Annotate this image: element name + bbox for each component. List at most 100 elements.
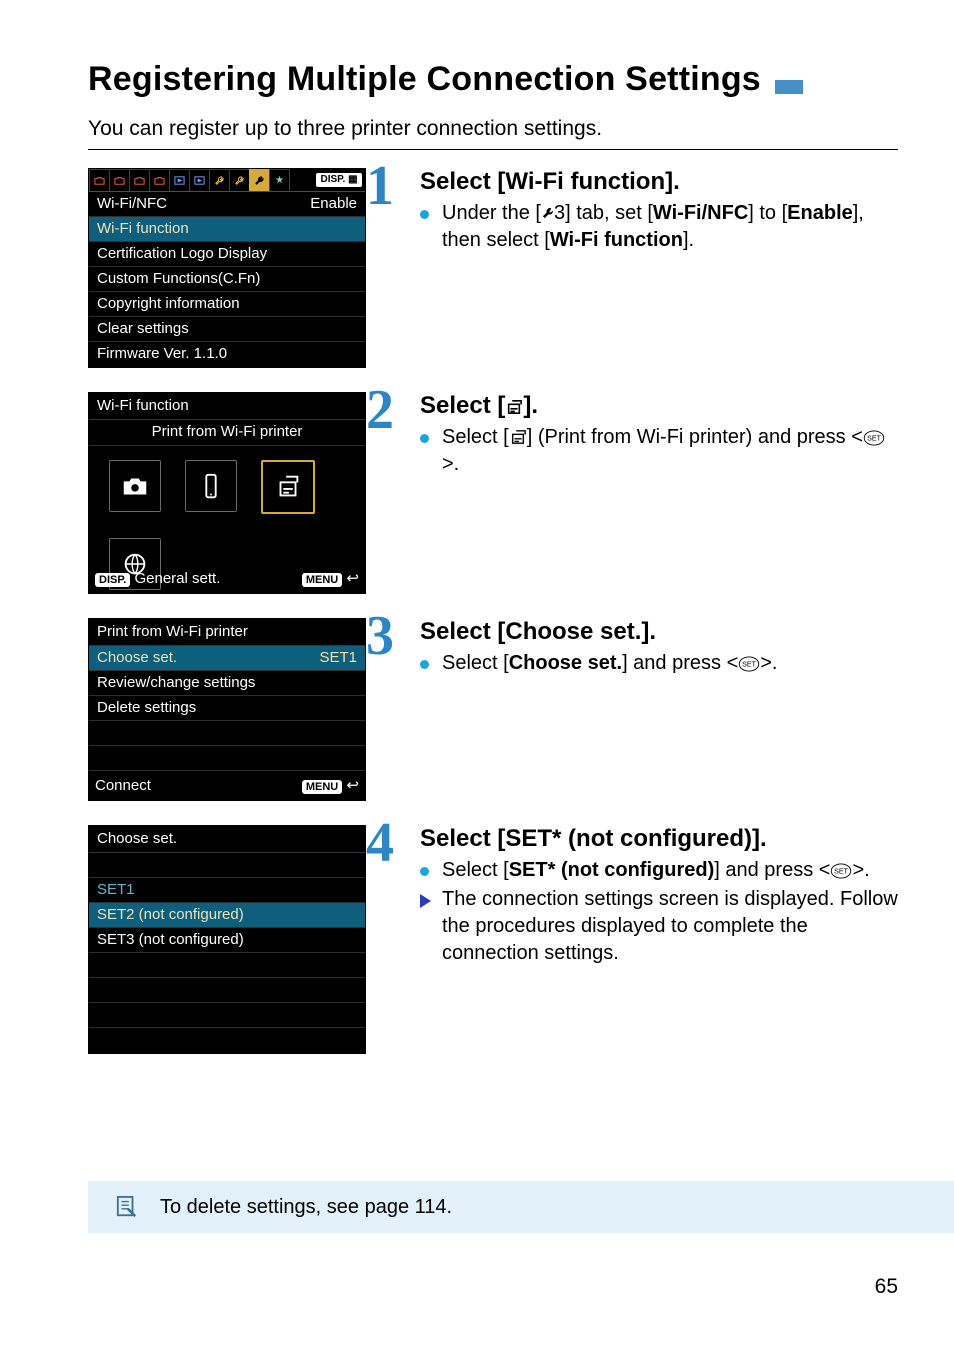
play-tab-icon — [169, 169, 190, 191]
blank-row — [89, 1028, 365, 1053]
label: Firmware Ver. 1.1.0 — [97, 344, 227, 364]
disp-tag: DISP. — [95, 573, 130, 587]
pane-subtitle: Print from Wi-Fi printer — [89, 420, 365, 446]
setup-tab-icon — [229, 169, 250, 191]
step-2-text: 2 Select []. Select [] (Print from Wi-Fi… — [394, 392, 898, 480]
note-icon — [116, 1195, 138, 1219]
blank-row — [89, 853, 365, 878]
step-1: ★ DISP. ▦ Wi-Fi/NFC Enable Wi-Fi functio… — [88, 168, 898, 368]
step-number-1: 1 — [366, 158, 394, 214]
manual-page: Registering Multiple Connection Settings… — [0, 0, 954, 1345]
menu-row: Copyright information — [89, 292, 365, 317]
step-bullet: Select [SET* (not configured)] and press… — [420, 857, 898, 884]
menu-row-wifi-nfc: Wi-Fi/NFC Enable — [89, 192, 365, 217]
disp-badge: DISP. ▦ — [316, 173, 362, 187]
set-icon: SET — [830, 863, 852, 879]
step-heading: Select [Choose set.]. — [420, 618, 898, 646]
mymenu-tab-icon: ★ — [269, 169, 290, 191]
step-heading: Select []. — [420, 392, 898, 420]
foot-text: General sett. — [134, 570, 220, 587]
blank-row — [89, 1003, 365, 1028]
set-icon: SET — [863, 430, 885, 446]
label: Certification Logo Display — [97, 244, 267, 264]
step-heading: Select [SET* (not configured)]. — [420, 825, 898, 853]
setup-tab-icon — [209, 169, 230, 191]
label: SET3 (not configured) — [97, 930, 244, 950]
page-number: 65 — [875, 1275, 898, 1299]
step-heading: Select [Wi-Fi function]. — [420, 168, 898, 196]
step-number-2: 2 — [366, 382, 394, 438]
pane-title: Print from Wi-Fi printer — [89, 619, 365, 646]
step-3: Print from Wi-Fi printer Choose set. SET… — [88, 618, 898, 801]
step-bullet: Select [] (Print from Wi-Fi printer) and… — [420, 424, 898, 478]
step-4-text: 4 Select [SET* (not configured)]. Select… — [394, 825, 898, 969]
label: SET2 (not configured) — [97, 905, 244, 925]
note-box: To delete settings, see page 114. — [88, 1181, 954, 1233]
blank-row — [89, 721, 365, 746]
pane-title: Wi-Fi function — [89, 393, 365, 420]
value: SET1 — [319, 648, 357, 668]
step-number-3: 3 — [366, 608, 394, 664]
svg-text:SET: SET — [742, 660, 756, 668]
wrench-icon — [541, 202, 554, 224]
menu-tag: MENU — [302, 780, 342, 794]
menu-tag: MENU — [302, 573, 342, 587]
play-tab-icon — [189, 169, 210, 191]
shoot-tab-icon — [109, 169, 130, 191]
step-bullet: Select [Choose set.] and press <SET>. — [420, 650, 898, 677]
menu-row-wifi-function: Wi-Fi function — [89, 217, 365, 242]
label: Custom Functions(C.Fn) — [97, 269, 260, 289]
menu-row: Clear settings — [89, 317, 365, 342]
label: Copyright information — [97, 294, 240, 314]
blank-row — [89, 953, 365, 978]
pane-title: Choose set. — [89, 826, 365, 853]
label: Review/change settings — [97, 673, 255, 693]
title-accent — [775, 80, 803, 94]
wifi-function-pane: Wi-Fi function Print from Wi-Fi printer … — [88, 392, 366, 594]
printer-icon — [509, 426, 527, 448]
menu-row: Firmware Ver. 1.1.0 — [89, 342, 365, 367]
label: Wi-Fi/NFC — [97, 194, 167, 214]
step-1-text: 1 Select [Wi-Fi function]. Under the [3]… — [394, 168, 898, 256]
camera-icon — [109, 460, 161, 512]
device-icon-grid — [89, 446, 365, 564]
shoot-tab-icon — [149, 169, 170, 191]
label: Wi-Fi function — [97, 219, 189, 239]
smartphone-icon — [185, 460, 237, 512]
shoot-tab-icon — [129, 169, 150, 191]
menu-row: Delete settings — [89, 696, 365, 721]
pane-foot: Connect MENU ↩ — [89, 771, 365, 800]
value: Enable — [310, 194, 357, 214]
label: SET1 — [97, 880, 135, 900]
intro-text: You can register up to three printer con… — [88, 117, 898, 141]
svg-text:SET: SET — [867, 434, 881, 442]
menu-row: Review/change settings — [89, 671, 365, 696]
step-number-4: 4 — [366, 815, 394, 871]
choose-set-pane: Choose set. SET1 SET2 (not configured) S… — [88, 825, 366, 1054]
set2-row: SET2 (not configured) — [89, 903, 365, 928]
note-text: To delete settings, see page 114. — [160, 1196, 452, 1219]
rule — [88, 149, 898, 150]
printer-icon — [505, 392, 523, 419]
label: Clear settings — [97, 319, 189, 339]
set1-row: SET1 — [89, 878, 365, 903]
step-bullet: Under the [3] tab, set [Wi-Fi/NFC] to [E… — [420, 200, 898, 254]
set3-row: SET3 (not configured) — [89, 928, 365, 953]
blank-row — [89, 746, 365, 771]
print-pane: Print from Wi-Fi printer Choose set. SET… — [88, 618, 366, 801]
tab-strip: ★ DISP. ▦ — [89, 169, 365, 192]
menu-row: Certification Logo Display — [89, 242, 365, 267]
connect-label: Connect — [95, 776, 151, 796]
step-result: The connection settings screen is displa… — [420, 886, 898, 967]
blank-row — [89, 978, 365, 1003]
step-3-text: 3 Select [Choose set.]. Select [Choose s… — [394, 618, 898, 679]
svg-text:SET: SET — [835, 867, 849, 875]
page-title: Registering Multiple Connection Settings — [88, 60, 761, 99]
setup-tab-selected-icon — [249, 169, 270, 191]
printer-icon — [261, 460, 315, 514]
choose-set-row: Choose set. SET1 — [89, 646, 365, 671]
step-4: Choose set. SET1 SET2 (not configured) S… — [88, 825, 898, 1054]
set-icon: SET — [738, 656, 760, 672]
menu-row: Custom Functions(C.Fn) — [89, 267, 365, 292]
step-2: Wi-Fi function Print from Wi-Fi printer … — [88, 392, 898, 594]
